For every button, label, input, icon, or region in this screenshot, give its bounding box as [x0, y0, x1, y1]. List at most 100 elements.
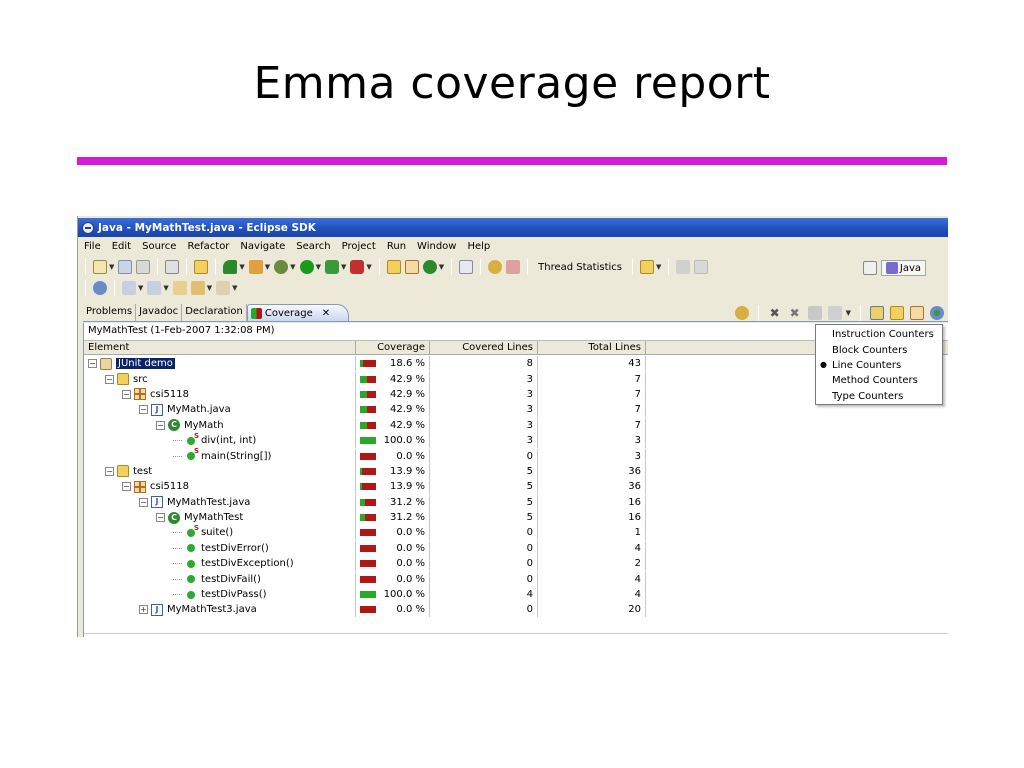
next-annotation-icon[interactable]	[122, 281, 136, 295]
coverage-run-icon[interactable]	[223, 260, 238, 274]
remove-all-sessions-icon[interactable]: ✖	[788, 306, 802, 320]
table-row[interactable]: testDivError() 0.0 % 0 4	[84, 540, 948, 556]
new-package-icon[interactable]	[404, 260, 419, 274]
open-perspective-icon[interactable]	[862, 261, 877, 275]
open-folder-icon[interactable]	[194, 260, 209, 274]
run-icon[interactable]	[299, 260, 314, 274]
menu-edit[interactable]: Edit	[112, 241, 131, 252]
menu-navigate[interactable]: Navigate	[240, 241, 285, 252]
table-row[interactable]: − test 13.9 % 5 36	[84, 463, 948, 479]
menu-item-block-counters[interactable]: Block Counters	[816, 342, 942, 357]
menu-window[interactable]: Window	[417, 241, 456, 252]
forward-arrow-icon[interactable]	[216, 281, 231, 295]
prev-annotation-icon[interactable]	[147, 281, 162, 295]
java-perspective-button[interactable]: Java	[880, 260, 926, 276]
table-row[interactable]: Smain(String[]) 0.0 % 0 3	[84, 447, 948, 464]
collapse-icon[interactable]: −	[156, 513, 165, 523]
coverage-dropdown-icon[interactable]: ▼	[239, 263, 244, 271]
table-row[interactable]: Sdiv(int, int) 100.0 % 3 3	[84, 432, 948, 449]
collapse-icon[interactable]: −	[122, 389, 131, 399]
collapse-icon[interactable]: −	[105, 374, 114, 384]
menu-item-method-counters[interactable]: Method Counters	[816, 373, 942, 388]
table-row[interactable]: + J MyMathTest3.java 0.0 % 0 20	[84, 602, 948, 618]
collapse-icon[interactable]: −	[88, 359, 97, 369]
column-covered-lines[interactable]: Covered Lines	[430, 341, 538, 355]
menu-source[interactable]: Source	[142, 241, 176, 252]
new-class-icon[interactable]	[422, 260, 437, 274]
expand-icon[interactable]: +	[139, 605, 148, 615]
table-row[interactable]: testDivPass() 100.0 % 4 4	[84, 587, 948, 603]
run-dropdown-icon[interactable]: ▼	[316, 263, 321, 271]
menu-project[interactable]: Project	[342, 241, 376, 252]
open-type-icon[interactable]	[459, 260, 474, 274]
stop-dropdown-icon[interactable]: ▼	[366, 263, 371, 271]
back-dropdown-icon[interactable]: ▼	[207, 284, 212, 292]
menu-item-type-counters[interactable]: Type Counters	[816, 389, 942, 404]
last-edit-icon[interactable]	[172, 281, 187, 295]
new-icon[interactable]	[93, 260, 107, 274]
window-titlebar[interactable]: Java - MyMathTest.java - Eclipse SDK	[78, 218, 948, 237]
profile-dropdown-icon[interactable]: ▼	[341, 263, 346, 271]
new-class-dropdown-icon[interactable]: ▼	[439, 263, 444, 271]
column-total-lines[interactable]: Total Lines	[538, 341, 646, 355]
forward-dropdown-icon[interactable]: ▼	[232, 284, 237, 292]
external-tools-dropdown-icon[interactable]: ▼	[265, 263, 270, 271]
collapse-icon[interactable]: −	[139, 497, 148, 507]
show-package-roots-icon[interactable]	[890, 306, 904, 320]
column-element[interactable]: Element	[84, 341, 356, 355]
save-icon[interactable]	[118, 260, 133, 274]
print-icon[interactable]	[136, 260, 151, 274]
show-projects-icon[interactable]	[870, 306, 884, 320]
menu-help[interactable]: Help	[467, 241, 490, 252]
table-row[interactable]: testDivFail() 0.0 % 0 4	[84, 571, 948, 587]
folder-nav-dropdown-icon[interactable]: ▼	[656, 263, 661, 271]
show-types-icon[interactable]	[930, 306, 944, 320]
table-row[interactable]: Ssuite() 0.0 % 0 1	[84, 524, 948, 541]
merge-sessions-icon[interactable]	[807, 306, 822, 320]
menu-refactor[interactable]: Refactor	[187, 241, 229, 252]
select-session-icon[interactable]	[827, 306, 842, 320]
table-row[interactable]: testDivException() 0.0 % 0 2	[84, 556, 948, 572]
select-session-dropdown-icon[interactable]: ▼	[846, 309, 851, 317]
profile-icon[interactable]	[324, 260, 339, 274]
table-row[interactable]: − C MyMathTest 31.2 % 5 16	[84, 510, 948, 526]
menu-search[interactable]: Search	[296, 241, 330, 252]
pen-icon[interactable]	[506, 260, 521, 274]
folder-nav-icon[interactable]	[639, 260, 654, 274]
next-annotation-dropdown-icon[interactable]: ▼	[138, 284, 143, 292]
coverage-cell: 0.0 %	[356, 525, 430, 541]
debug-dropdown-icon[interactable]: ▼	[290, 263, 295, 271]
debug-icon[interactable]	[274, 260, 289, 274]
table-row[interactable]: − csi5118 13.9 % 5 36	[84, 479, 948, 495]
remove-session-icon[interactable]: ✖	[768, 306, 782, 320]
thread-statistics-button[interactable]: Thread Statistics	[535, 262, 625, 273]
collapse-icon[interactable]: −	[105, 466, 114, 476]
tab-problems[interactable]: Problems	[83, 304, 137, 321]
tab-coverage[interactable]: Coverage ✕	[246, 304, 350, 321]
relaunch-icon[interactable]	[734, 306, 749, 320]
tab-javadoc[interactable]: Javadoc	[136, 304, 183, 321]
column-coverage[interactable]: Coverage	[356, 341, 430, 355]
menu-item-line-counters[interactable]: Line Counters	[816, 358, 942, 373]
table-row[interactable]: − J MyMathTest.java 31.2 % 5 16	[84, 494, 948, 510]
menu-run[interactable]: Run	[387, 241, 406, 252]
show-packages-icon[interactable]	[910, 306, 924, 320]
collapse-icon[interactable]: −	[122, 482, 131, 492]
external-tools-icon[interactable]	[248, 260, 263, 274]
table-row[interactable]: − C MyMath 42.9 % 3 7	[84, 417, 948, 433]
menu-file[interactable]: File	[84, 241, 101, 252]
prev-annotation-dropdown-icon[interactable]: ▼	[163, 284, 168, 292]
new-dropdown-icon[interactable]: ▼	[109, 263, 114, 271]
back-arrow-icon[interactable]	[190, 281, 205, 295]
binary-icon[interactable]	[165, 260, 180, 274]
close-icon[interactable]: ✕	[322, 308, 330, 319]
menu-item-instruction-counters[interactable]: Instruction Counters	[816, 327, 942, 342]
collapse-icon[interactable]: −	[156, 420, 165, 430]
stop-icon[interactable]	[350, 260, 365, 274]
globe-icon[interactable]	[93, 281, 107, 295]
tab-declaration[interactable]: Declaration	[182, 304, 247, 321]
new-java-project-icon[interactable]	[386, 260, 401, 274]
collapse-icon[interactable]: −	[139, 405, 148, 415]
search-icon[interactable]	[488, 260, 503, 274]
coverage-value: 0.0 %	[396, 604, 425, 616]
